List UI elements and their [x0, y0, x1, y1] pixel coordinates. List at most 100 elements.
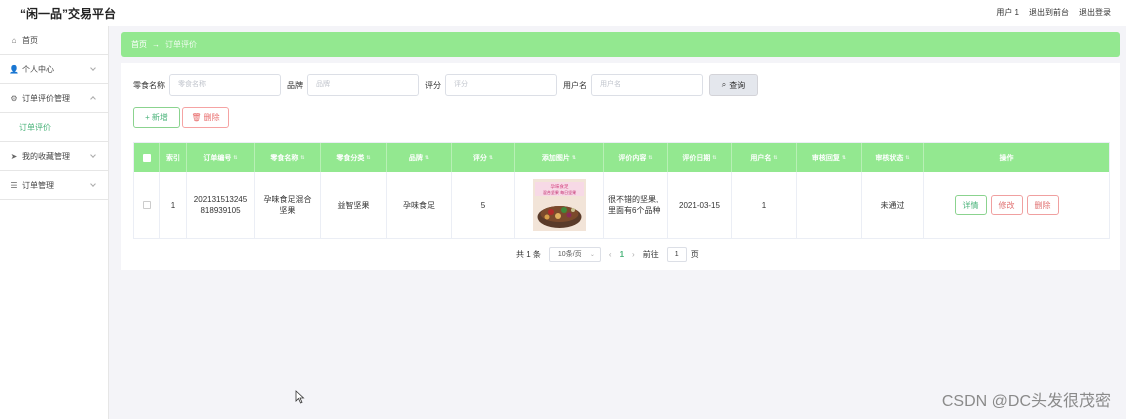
column-header[interactable]: 评分 ⇅	[452, 143, 515, 172]
sidebar-item-label: 首页	[22, 35, 38, 45]
edit-button[interactable]: 修改	[990, 195, 1023, 215]
data-table: 索引 订单编号 ⇅ 零食名称 ⇅ 零食分类 ⇅ 品牌 ⇅ 评分 ⇅ 添加图片 ⇅ 评价内容 ⇅…	[133, 142, 1110, 239]
cell-score: 5	[452, 172, 515, 238]
column-header[interactable]: 零食名称 ⇅	[255, 143, 321, 172]
add-button[interactable]: + 新增	[133, 107, 180, 128]
chevron-up-icon	[90, 96, 96, 102]
table-row: 1 202131513245 818939105 孕味食足混合坚果 益智坚果 孕…	[134, 172, 1109, 238]
mouse-cursor-icon	[295, 390, 305, 404]
breadcrumb-separator: →	[152, 40, 160, 49]
brand-input[interactable]: 品牌	[307, 74, 419, 96]
svg-text:混合坚果 每日坚果: 混合坚果 每日坚果	[542, 189, 575, 195]
row-select-cell	[134, 172, 160, 238]
cell-category: 益智坚果	[321, 172, 387, 238]
search-button[interactable]: ⌕ 查询	[709, 74, 758, 96]
user-link[interactable]: 用户 1	[996, 7, 1019, 18]
detail-button[interactable]: 详情	[954, 195, 987, 215]
trash-icon: 🗑	[191, 113, 202, 122]
cell-review: 很不错的坚果, 里面有6个品种	[604, 172, 668, 238]
sort-icon: ⇅	[905, 154, 910, 161]
cell-reply	[797, 172, 862, 238]
username-input[interactable]: 用户名	[591, 74, 703, 96]
breadcrumb: 首页 → 订单评价	[121, 32, 1120, 57]
chevron-down-icon	[90, 152, 96, 158]
sidebar-subitem-order-review[interactable]: 订单评价	[0, 113, 108, 142]
sort-icon: ⇅	[300, 154, 305, 161]
sidebar-item-favorites-mgmt[interactable]: ➤ 我的收藏管理	[0, 142, 108, 171]
search-filters: 零食名称 零食名称 品牌 品牌 评分 评分 用户名 用户名 ⌕ 查询	[133, 74, 758, 96]
sort-icon: ⇅	[424, 154, 430, 161]
goto-label: 前往	[642, 249, 659, 259]
user-icon: 👤	[9, 64, 19, 74]
sidebar-item-order-review-mgmt[interactable]: ⚙ 订单评价管理	[0, 84, 108, 113]
exit-to-front-link[interactable]: 退出到前台	[1029, 7, 1069, 18]
column-header[interactable]: 品牌 ⇅	[387, 143, 452, 172]
search-button-label: 查询	[729, 80, 746, 90]
page-size-select[interactable]: 10条/页 ⌄	[548, 246, 601, 262]
sidebar-item-label: 订单管理	[22, 180, 54, 190]
send-icon: ➤	[10, 151, 18, 161]
logout-link[interactable]: 退出登录	[1079, 7, 1111, 18]
app-title: “闲一品”交易平台	[20, 7, 117, 21]
pager-total: 共 1 条	[516, 249, 541, 259]
cell-operations: 详情 修改 删除	[924, 172, 1089, 238]
column-header[interactable]: 添加图片 ⇅	[515, 143, 604, 172]
prev-page-icon[interactable]: ‹	[609, 250, 612, 259]
home-icon: ⌂	[11, 35, 17, 45]
cell-status: 未通过	[862, 172, 924, 238]
svg-text:孕味食足: 孕味食足	[550, 183, 568, 190]
select-all-checkbox[interactable]	[142, 153, 151, 162]
add-button-label: 新增	[151, 113, 168, 122]
column-header: 索引	[160, 143, 187, 172]
filter-label-score: 评分	[425, 80, 441, 90]
column-header[interactable]: 评价内容 ⇅	[604, 143, 668, 172]
top-links: 用户 1 退出到前台 退出登录	[996, 7, 1111, 18]
page-number-current[interactable]: 1	[620, 250, 624, 259]
cell-index: 1	[160, 172, 187, 238]
plus-icon: +	[145, 113, 150, 122]
cell-user: 1	[732, 172, 797, 238]
goto-page-input[interactable]: 1	[666, 246, 687, 262]
sort-icon: ⇅	[712, 154, 717, 161]
delete-button-label: 删除	[203, 113, 220, 122]
snack-name-input[interactable]: 零食名称	[169, 74, 281, 96]
row-delete-button[interactable]: 删除	[1026, 195, 1059, 215]
select-all-cell	[134, 143, 160, 172]
cell-date: 2021-03-15	[668, 172, 732, 238]
column-header[interactable]: 用户名 ⇅	[732, 143, 797, 172]
row-checkbox[interactable]	[142, 201, 151, 209]
top-bar: “闲一品”交易平台 用户 1 退出到前台 退出登录	[0, 0, 1126, 26]
column-header[interactable]: 审核回复 ⇅	[797, 143, 862, 172]
column-header[interactable]: 订单编号 ⇅	[187, 143, 255, 172]
filter-label-brand: 品牌	[287, 80, 303, 90]
column-header: 操作	[999, 154, 1014, 162]
content-panel: 零食名称 零食名称 品牌 品牌 评分 评分 用户名 用户名 ⌕ 查询 + 新增 …	[121, 63, 1120, 270]
sort-icon: ⇅	[841, 154, 847, 161]
batch-delete-button[interactable]: 🗑 删除	[182, 107, 229, 128]
sort-icon: ⇅	[773, 154, 778, 161]
sort-icon: ⇅	[648, 154, 653, 161]
score-input[interactable]: 评分	[445, 74, 557, 96]
breadcrumb-home[interactable]: 首页	[131, 39, 147, 50]
column-header[interactable]: 评价日期 ⇅	[668, 143, 732, 172]
filter-label-snack-name: 零食名称	[133, 80, 165, 90]
cell-order-no: 202131513245 818939105	[187, 172, 255, 238]
next-page-icon[interactable]: ›	[632, 250, 635, 259]
pagination: 共 1 条 10条/页 ⌄ ‹ 1 › 前往 1 页	[516, 246, 699, 262]
action-buttons: + 新增 🗑 删除	[133, 107, 229, 128]
main-content: 首页 → 订单评价 零食名称 零食名称 品牌 品牌 评分 评分 用户名 用户名 …	[121, 32, 1120, 270]
product-image: 孕味食足 混合坚果 每日坚果	[532, 179, 586, 231]
gear-icon: ⚙	[10, 93, 18, 103]
sidebar-item-label: 订单评价管理	[22, 93, 70, 103]
page-unit-label: 页	[690, 249, 699, 259]
nuts-bowl-image: 孕味食足 混合坚果 每日坚果	[532, 179, 586, 231]
sidebar: ⌂ 首页 👤 个人中心 ⚙ 订单评价管理 订单评价 ➤ 我的收藏管理 ☰ 订单管…	[0, 26, 109, 419]
sidebar-item-order-mgmt[interactable]: ☰ 订单管理	[0, 171, 108, 200]
watermark: CSDN @DC头发很茂密	[941, 393, 1111, 410]
sidebar-item-personal-center[interactable]: 👤 个人中心	[0, 55, 108, 84]
breadcrumb-current: 订单评价	[165, 40, 197, 49]
search-icon: ⌕	[721, 80, 727, 89]
column-header[interactable]: 审核状态 ⇅	[862, 143, 924, 172]
column-header[interactable]: 零食分类 ⇅	[321, 143, 387, 172]
sidebar-item-home[interactable]: ⌂ 首页	[0, 26, 108, 55]
